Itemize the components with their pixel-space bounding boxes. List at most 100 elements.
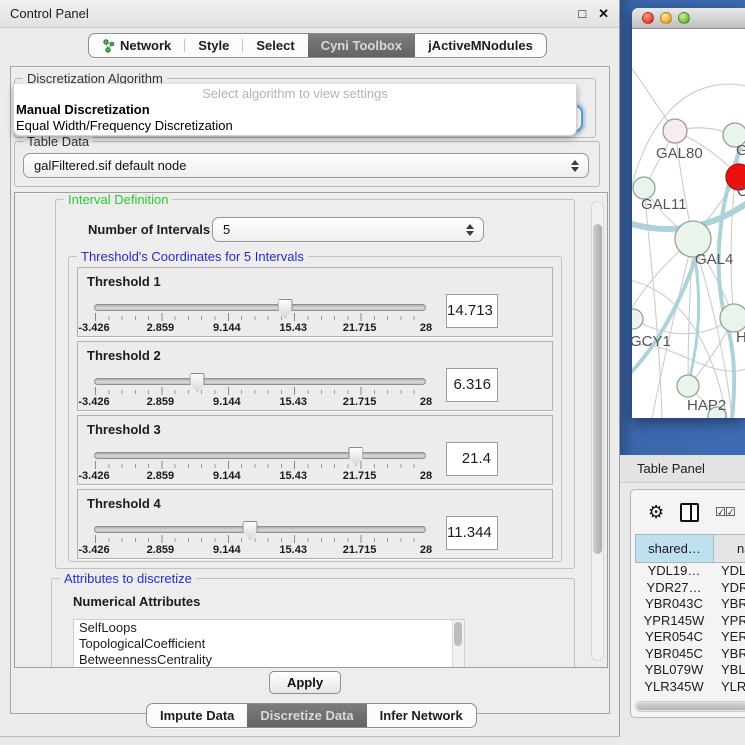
slider-scale: -3.426 2.859 9.144 15.43 21.715 28 [94,397,426,408]
node-attribute-table: shared… name YDL19…YDL1 YDR27…YDR2 YBR04… [635,534,745,717]
number-of-intervals-combobox[interactable]: 5 [212,217,484,242]
node-label: GA [736,142,745,159]
window-title: Control Panel [10,6,89,21]
threshold-3-slider[interactable]: -3.426 2.859 9.144 15.43 21.715 28 [94,452,426,482]
tab-select[interactable]: Select [243,34,307,57]
node-label: HAP2 [687,397,726,414]
interval-definition-label: Interval Definition [64,192,172,207]
spinner-icon [466,224,474,236]
table-panel-title: Table Panel [637,461,705,476]
table-data-label: Table Data [23,134,93,149]
node-gcy1[interactable] [632,309,643,329]
zoom-traffic-light-icon[interactable] [678,12,690,24]
panel-scrollbar[interactable] [591,201,604,661]
interval-definition-group: Interval Definition Number of Intervals … [55,199,575,569]
node-label: GAL11 [641,196,687,213]
table-row[interactable]: YLR345WYLR3 [635,679,745,696]
network-canvas[interactable]: GAL80 GA C GAL11 GAL4 GCY1 H HAP2 [620,0,745,455]
threshold-coordinates-group: Threshold's Coordinates for 5 Intervals … [68,256,562,562]
threshold-4-slider[interactable]: -3.426 2.859 9.144 15.43 21.715 28 [94,526,426,556]
table-row[interactable]: YER054CYER0 [635,629,745,646]
column-header-shared[interactable]: shared… [636,535,714,562]
threshold-1-slider[interactable]: -3.426 2.859 9.144 15.43 21.715 28 [94,304,426,334]
table-panel: ⚙ ☑☑ shared… name YDL19…YDL1 YDR27…YDR2 … [630,489,745,718]
network-window-titlebar[interactable] [632,8,745,29]
network-view-window[interactable]: GAL80 GA C GAL11 GAL4 GCY1 H HAP2 [632,8,745,418]
node-label: GAL4 [695,251,733,268]
checkbox-filter-icons[interactable]: ☑☑ [715,505,735,519]
threshold-3-label: Threshold 3 [87,422,161,437]
close-window-icon[interactable]: ✕ [598,7,609,21]
node-gal80[interactable] [663,119,687,143]
node-hap2[interactable] [677,375,699,397]
dropdown-option-equal-width[interactable]: Equal Width/Frequency Discretization [14,118,576,134]
threshold-1-value[interactable]: 14.713 [446,294,498,328]
threshold-4-card: Threshold 4 -3.426 2.859 9.144 15.43 21.… [77,489,553,559]
node-label: H [736,329,745,346]
table-row[interactable]: YDL19…YDL1 [635,563,745,580]
table-horizontal-scrollbar[interactable] [635,701,745,712]
list-scrollbar[interactable] [452,620,464,668]
network-graph-view[interactable]: GAL80 GA C GAL11 GAL4 GCY1 H HAP2 [632,29,745,418]
threshold-3-card: Threshold 3 -3.426 2.859 9.144 15.43 21.… [77,415,553,485]
table-row[interactable]: YBR043CYBR0 [635,596,745,613]
threshold-1-label: Threshold 1 [87,274,161,289]
number-of-intervals-label: Number of Intervals [88,222,210,237]
table-row[interactable]: YDR27…YDR2 [635,580,745,597]
table-row[interactable]: YIL052CYIL0 [635,695,745,696]
threshold-4-value[interactable]: 11.344 [446,516,498,550]
network-graph-svg: GAL80 GA C GAL11 GAL4 GCY1 H HAP2 [632,29,745,418]
list-item[interactable]: TopologicalCoefficient [74,636,464,652]
list-item[interactable]: SelfLoops [74,620,464,636]
dropdown-option-manual[interactable]: Manual Discretization [14,102,576,118]
tab-network[interactable]: Network [89,34,184,57]
node-partial-low[interactable] [720,304,745,332]
threshold-coordinates-label: Threshold's Coordinates for 5 Intervals [77,249,308,264]
apply-button[interactable]: Apply [269,671,341,694]
threshold-4-label: Threshold 4 [87,496,161,511]
tab-style[interactable]: Style [185,34,242,57]
threshold-2-label: Threshold 2 [87,348,161,363]
table-data-group: Table Data galFiltered.sif default node [14,141,600,187]
numerical-attributes-label: Numerical Attributes [73,594,200,609]
list-item[interactable]: BetweennessCentrality [74,652,464,668]
tab-cyni-toolbox[interactable]: Cyni Toolbox [308,34,415,57]
node-label: GCY1 [632,333,671,350]
table-data-combobox[interactable]: galFiltered.sif default node [23,153,589,178]
threshold-3-value[interactable]: 21.4 [446,442,498,476]
slider-scale: -3.426 2.859 9.144 15.43 21.715 28 [94,323,426,334]
threshold-2-card: Threshold 2 -3.426 2.859 9.144 15.43 21.… [77,341,553,411]
tab-infer-network[interactable]: Infer Network [367,704,476,727]
table-body[interactable]: YDL19…YDL1 YDR27…YDR2 YBR043CYBR0 YPR145… [635,563,745,696]
gear-icon[interactable]: ⚙ [648,503,664,521]
float-window-icon[interactable]: □ [578,7,586,21]
tab-discretize-data[interactable]: Discretize Data [247,704,366,727]
settings-scroll-panel: Interval Definition Number of Intervals … [14,192,608,668]
control-panel-window: Control Panel □ ✕ Network Style Select C… [0,0,620,737]
threshold-1-card: Threshold 1 -3.426 2.859 9.144 15.43 21.… [77,267,553,337]
minimize-traffic-light-icon[interactable] [660,12,672,24]
control-panel-tabs: Network Style Select Cyni Toolbox jActiv… [88,33,547,58]
threshold-2-slider[interactable]: -3.426 2.859 9.144 15.43 21.715 28 [94,378,426,408]
table-panel-titlebar: Table Panel [620,455,745,483]
attributes-group: Attributes to discretize Numerical Attri… [51,578,575,668]
column-header-name[interactable]: name [714,535,745,562]
threshold-2-value[interactable]: 6.316 [446,368,498,402]
numerical-attributes-list[interactable]: SelfLoops TopologicalCoefficient Between… [73,619,465,668]
algorithm-dropdown-popup: Select algorithm to view settings Manual… [13,84,577,136]
table-header-row: shared… name [635,534,745,563]
tab-jactivemnodules[interactable]: jActiveMNodules [415,34,546,57]
slider-scale: -3.426 2.859 9.144 15.43 21.715 28 [94,545,426,556]
close-traffic-light-icon[interactable] [642,12,654,24]
table-row[interactable]: YBL079WYBL0 [635,662,745,679]
attributes-group-label: Attributes to discretize [60,571,196,586]
table-row[interactable]: YBR045CYBR0 [635,646,745,663]
table-row[interactable]: YPR145WYPR1 [635,613,745,630]
split-columns-icon[interactable] [680,503,699,522]
control-panel-titlebar: Control Panel □ ✕ [0,0,619,28]
cyni-mode-tabs: Impute Data Discretize Data Infer Networ… [146,703,477,728]
tab-impute-data[interactable]: Impute Data [147,704,247,727]
node-label: GAL80 [656,145,703,162]
node-label: C [737,183,745,200]
slider-scale: -3.426 2.859 9.144 15.43 21.715 28 [94,471,426,482]
